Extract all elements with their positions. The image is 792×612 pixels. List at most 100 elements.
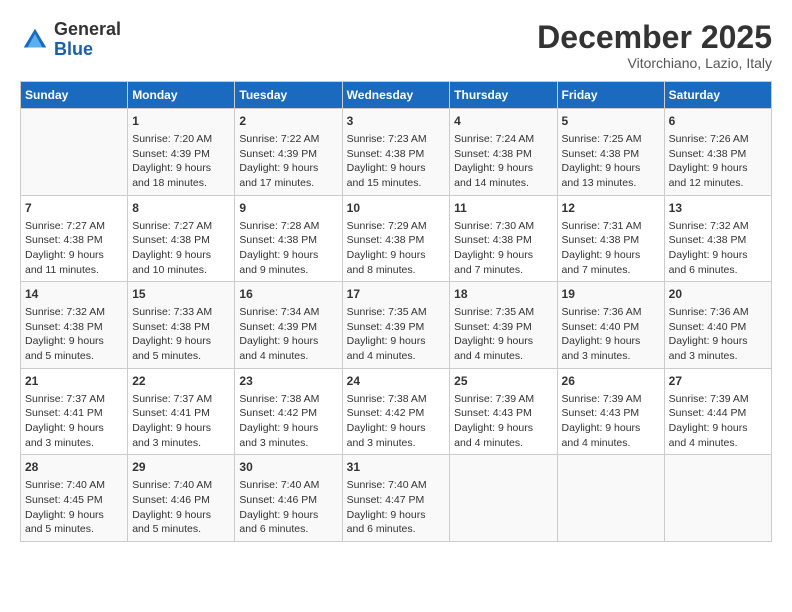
daylight-text: Daylight: 9 hours and 6 minutes. <box>347 508 446 537</box>
day-cell: 14Sunrise: 7:32 AMSunset: 4:38 PMDayligh… <box>21 282 128 369</box>
daylight-text: Daylight: 9 hours and 4 minutes. <box>347 334 446 363</box>
day-number: 1 <box>132 113 230 130</box>
day-cell: 30Sunrise: 7:40 AMSunset: 4:46 PMDayligh… <box>235 455 342 542</box>
daylight-text: Daylight: 9 hours and 5 minutes. <box>25 508 123 537</box>
day-cell <box>664 455 771 542</box>
day-number: 17 <box>347 286 446 303</box>
column-header-sunday: Sunday <box>21 82 128 109</box>
day-cell: 27Sunrise: 7:39 AMSunset: 4:44 PMDayligh… <box>664 368 771 455</box>
daylight-text: Daylight: 9 hours and 3 minutes. <box>25 421 123 450</box>
day-number: 14 <box>25 286 123 303</box>
month-title: December 2025 <box>537 20 772 55</box>
title-block: December 2025 Vitorchiano, Lazio, Italy <box>537 20 772 71</box>
sunrise-text: Sunrise: 7:20 AM <box>132 132 230 147</box>
sunrise-text: Sunrise: 7:40 AM <box>132 478 230 493</box>
day-number: 8 <box>132 200 230 217</box>
daylight-text: Daylight: 9 hours and 15 minutes. <box>347 161 446 190</box>
day-number: 27 <box>669 373 767 390</box>
week-row-2: 7Sunrise: 7:27 AMSunset: 4:38 PMDaylight… <box>21 195 772 282</box>
day-cell <box>450 455 557 542</box>
location: Vitorchiano, Lazio, Italy <box>537 55 772 71</box>
sunset-text: Sunset: 4:45 PM <box>25 493 123 508</box>
logo-icon <box>20 25 50 55</box>
day-number: 4 <box>454 113 552 130</box>
sunset-text: Sunset: 4:38 PM <box>347 147 446 162</box>
day-cell: 3Sunrise: 7:23 AMSunset: 4:38 PMDaylight… <box>342 109 450 196</box>
day-number: 18 <box>454 286 552 303</box>
sunset-text: Sunset: 4:38 PM <box>454 147 552 162</box>
daylight-text: Daylight: 9 hours and 18 minutes. <box>132 161 230 190</box>
day-number: 12 <box>562 200 660 217</box>
logo-general: General <box>54 19 121 39</box>
logo-blue: Blue <box>54 39 93 59</box>
sunset-text: Sunset: 4:38 PM <box>562 233 660 248</box>
sunrise-text: Sunrise: 7:33 AM <box>132 305 230 320</box>
sunset-text: Sunset: 4:38 PM <box>347 233 446 248</box>
sunset-text: Sunset: 4:41 PM <box>132 406 230 421</box>
column-header-thursday: Thursday <box>450 82 557 109</box>
daylight-text: Daylight: 9 hours and 6 minutes. <box>669 248 767 277</box>
sunset-text: Sunset: 4:39 PM <box>239 147 337 162</box>
week-row-3: 14Sunrise: 7:32 AMSunset: 4:38 PMDayligh… <box>21 282 772 369</box>
day-cell: 24Sunrise: 7:38 AMSunset: 4:42 PMDayligh… <box>342 368 450 455</box>
daylight-text: Daylight: 9 hours and 5 minutes. <box>25 334 123 363</box>
sunrise-text: Sunrise: 7:29 AM <box>347 219 446 234</box>
sunset-text: Sunset: 4:43 PM <box>562 406 660 421</box>
day-cell: 7Sunrise: 7:27 AMSunset: 4:38 PMDaylight… <box>21 195 128 282</box>
sunrise-text: Sunrise: 7:22 AM <box>239 132 337 147</box>
sunset-text: Sunset: 4:38 PM <box>132 233 230 248</box>
day-cell: 5Sunrise: 7:25 AMSunset: 4:38 PMDaylight… <box>557 109 664 196</box>
day-number: 22 <box>132 373 230 390</box>
sunrise-text: Sunrise: 7:23 AM <box>347 132 446 147</box>
sunset-text: Sunset: 4:40 PM <box>562 320 660 335</box>
day-cell: 10Sunrise: 7:29 AMSunset: 4:38 PMDayligh… <box>342 195 450 282</box>
day-number: 23 <box>239 373 337 390</box>
sunset-text: Sunset: 4:39 PM <box>132 147 230 162</box>
sunset-text: Sunset: 4:38 PM <box>562 147 660 162</box>
day-cell: 28Sunrise: 7:40 AMSunset: 4:45 PMDayligh… <box>21 455 128 542</box>
day-number: 26 <box>562 373 660 390</box>
daylight-text: Daylight: 9 hours and 4 minutes. <box>669 421 767 450</box>
sunrise-text: Sunrise: 7:31 AM <box>562 219 660 234</box>
sunrise-text: Sunrise: 7:26 AM <box>669 132 767 147</box>
day-cell: 25Sunrise: 7:39 AMSunset: 4:43 PMDayligh… <box>450 368 557 455</box>
sunrise-text: Sunrise: 7:36 AM <box>562 305 660 320</box>
sunset-text: Sunset: 4:38 PM <box>25 320 123 335</box>
daylight-text: Daylight: 9 hours and 9 minutes. <box>239 248 337 277</box>
day-cell: 12Sunrise: 7:31 AMSunset: 4:38 PMDayligh… <box>557 195 664 282</box>
sunrise-text: Sunrise: 7:40 AM <box>239 478 337 493</box>
sunrise-text: Sunrise: 7:34 AM <box>239 305 337 320</box>
daylight-text: Daylight: 9 hours and 4 minutes. <box>562 421 660 450</box>
sunrise-text: Sunrise: 7:37 AM <box>132 392 230 407</box>
day-cell: 16Sunrise: 7:34 AMSunset: 4:39 PMDayligh… <box>235 282 342 369</box>
daylight-text: Daylight: 9 hours and 11 minutes. <box>25 248 123 277</box>
day-cell: 1 Sunrise: 7:20 AMSunset: 4:39 PMDaylight… <box>128 109 235 196</box>
daylight-text: Daylight: 9 hours and 4 minutes. <box>454 421 552 450</box>
day-number: 9 <box>239 200 337 217</box>
daylight-text: Daylight: 9 hours and 12 minutes. <box>669 161 767 190</box>
day-cell: 21Sunrise: 7:37 AMSunset: 4:41 PMDayligh… <box>21 368 128 455</box>
daylight-text: Daylight: 9 hours and 3 minutes. <box>669 334 767 363</box>
day-cell: 31Sunrise: 7:40 AMSunset: 4:47 PMDayligh… <box>342 455 450 542</box>
daylight-text: Daylight: 9 hours and 3 minutes. <box>132 421 230 450</box>
day-cell <box>21 109 128 196</box>
daylight-text: Daylight: 9 hours and 3 minutes. <box>239 421 337 450</box>
sunset-text: Sunset: 4:38 PM <box>669 233 767 248</box>
daylight-text: Daylight: 9 hours and 3 minutes. <box>562 334 660 363</box>
day-number: 16 <box>239 286 337 303</box>
sunset-text: Sunset: 4:42 PM <box>347 406 446 421</box>
sunrise-text: Sunrise: 7:39 AM <box>454 392 552 407</box>
sunset-text: Sunset: 4:46 PM <box>132 493 230 508</box>
daylight-text: Daylight: 9 hours and 7 minutes. <box>454 248 552 277</box>
sunrise-text: Sunrise: 7:27 AM <box>132 219 230 234</box>
sunrise-text: Sunrise: 7:30 AM <box>454 219 552 234</box>
daylight-text: Daylight: 9 hours and 5 minutes. <box>132 508 230 537</box>
day-number: 10 <box>347 200 446 217</box>
sunset-text: Sunset: 4:39 PM <box>239 320 337 335</box>
sunrise-text: Sunrise: 7:36 AM <box>669 305 767 320</box>
sunset-text: Sunset: 4:38 PM <box>669 147 767 162</box>
day-number: 31 <box>347 459 446 476</box>
day-cell: 9Sunrise: 7:28 AMSunset: 4:38 PMDaylight… <box>235 195 342 282</box>
logo-text: General Blue <box>54 20 121 60</box>
sunrise-text: Sunrise: 7:40 AM <box>25 478 123 493</box>
